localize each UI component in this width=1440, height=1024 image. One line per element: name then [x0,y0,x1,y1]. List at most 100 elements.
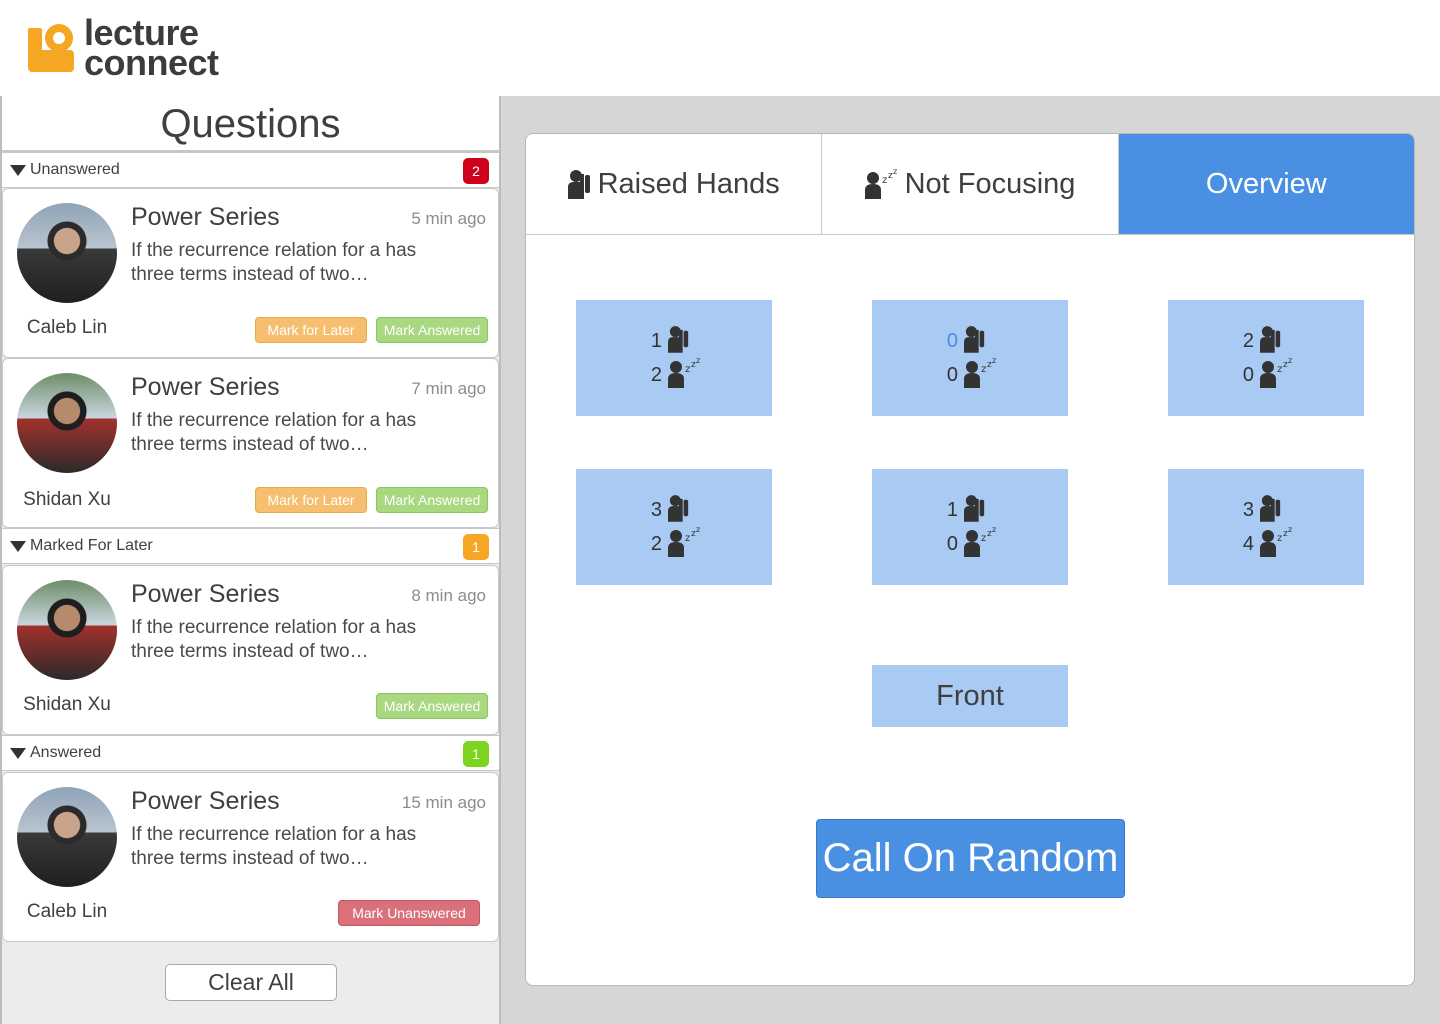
questions-panel: Questions Unanswered 2 Power Series 5 mi… [0,96,501,1024]
svg-text:z: z [696,527,700,534]
sleeping-icon: zzz [964,525,998,562]
sleeping-icon: zzz [1260,356,1294,393]
count-badge: 1 [463,741,489,767]
raised-hands-count: 0 [946,329,958,352]
sleeping-row: 2 zzz [576,356,772,393]
author-name: Caleb Lin [26,901,108,922]
raised-hand-icon [668,494,702,527]
seat-group-tile[interactable]: 1 2 zzz [576,300,772,416]
tab-not-focusing[interactable]: z z z Not Focusing [822,134,1119,234]
raised-hand-icon [964,494,998,527]
question-card[interactable]: Power Series 8 min ago If the recurrence… [2,565,499,735]
collapse-triangle-icon[interactable] [10,165,26,176]
sleeping-icon: zzz [668,525,702,562]
clear-all-button[interactable]: Clear All [165,964,337,1001]
seat-group-tile[interactable]: 0 0 zzz [872,300,1068,416]
raised-hands-row: 3 [1168,494,1364,527]
front-of-room-label: Front [872,665,1068,727]
mark-answered-button[interactable]: Mark Answered [376,487,488,513]
avatar [17,787,117,887]
seat-group-tile[interactable]: 2 0 zzz [1168,300,1364,416]
raised-hand-icon [567,170,590,199]
raised-hands-count: 3 [650,498,662,521]
seat-group-tile[interactable]: 1 0 zzz [872,469,1068,585]
question-card[interactable]: Power Series 15 min ago If the recurrenc… [2,772,499,942]
section-label: Marked For Later [30,537,153,554]
raised-hand-icon [668,325,702,358]
not-focusing-count: 4 [1242,532,1254,555]
svg-text:z: z [685,533,690,544]
question-title: Power Series [131,580,280,608]
raised-hands-count: 3 [1242,498,1254,521]
section-label: Unanswered [30,161,120,178]
raised-hands-row: 1 [576,325,772,358]
seat-group-tile[interactable]: 3 4 zzz [1168,469,1364,585]
tab-overview[interactable]: Overview [1118,134,1414,234]
questions-title: Questions [2,96,499,152]
svg-text:z: z [1277,364,1282,375]
question-body: If the recurrence relation for a has thr… [131,410,417,455]
author-name: Shidan Xu [23,489,111,510]
collapse-triangle-icon[interactable] [10,748,26,759]
question-title: Power Series [131,203,280,231]
not-focusing-count: 2 [650,532,662,555]
mark-for-later-button[interactable]: Mark for Later [255,487,367,513]
tab-label: Raised Hands [597,167,780,200]
raised-hands-count: 1 [946,498,958,521]
question-title: Power Series [131,373,280,401]
question-card[interactable]: Power Series 7 min ago If the recurrence… [2,358,499,528]
logo-text-line2: connect [84,42,219,83]
svg-text:z: z [893,169,897,176]
raised-hand-icon [1260,494,1294,527]
mark-answered-button[interactable]: Mark Answered [376,693,488,719]
avatar [17,203,117,303]
section-header-marked-for-later[interactable]: Marked For Later 1 [2,528,499,564]
svg-text:z: z [1277,533,1282,544]
question-body: If the recurrence relation for a has thr… [131,617,417,662]
question-title: Power Series [131,787,280,815]
question-time: 7 min ago [411,379,486,398]
count-badge: 2 [463,158,489,184]
sleeping-icon: zzz [1260,525,1294,562]
section-header-unanswered[interactable]: Unanswered 2 [2,152,499,188]
question-body: If the recurrence relation for a has thr… [131,240,417,285]
sleeping-row: 0 zzz [872,525,1068,562]
view-tabs: Raised Hands z z z Not Focusing Overview [526,134,1414,235]
avatar [17,580,117,680]
svg-text:z: z [685,364,690,375]
question-body: If the recurrence relation for a has thr… [131,824,417,869]
raised-hands-count: 2 [1242,329,1254,352]
question-time: 15 min ago [401,793,486,812]
not-focusing-count: 0 [946,532,958,555]
svg-text:z: z [1288,527,1292,534]
mark-answered-button[interactable]: Mark Answered [376,317,488,343]
section-header-answered[interactable]: Answered 1 [2,735,499,771]
call-on-random-button[interactable]: Call On Random [816,819,1125,898]
sleeping-icon: zzz [668,356,702,393]
lecture-connect-logo: lecture connect [26,15,219,83]
svg-text:z: z [1288,358,1292,365]
sleeping-row: 2 zzz [576,525,772,562]
mark-for-later-button[interactable]: Mark for Later [255,317,367,343]
tab-label: Overview [1205,167,1327,200]
raised-hands-row: 3 [576,494,772,527]
section-label: Answered [30,744,102,761]
question-card[interactable]: Power Series 5 min ago If the recurrence… [2,188,499,358]
question-time: 8 min ago [411,586,486,605]
classroom-panel: Raised Hands z z z Not Focusing Overview… [501,96,1440,1024]
svg-text:z: z [981,533,986,544]
svg-text:z: z [981,364,986,375]
logo-mark-icon [26,20,78,76]
not-focusing-count: 0 [1242,363,1254,386]
raised-hands-row: 2 [1168,325,1364,358]
raised-hand-icon [1260,325,1294,358]
sleeping-row: 4 zzz [1168,525,1364,562]
collapse-triangle-icon[interactable] [10,541,26,552]
raised-hands-row: 0 [872,325,1068,356]
raised-hands-count: 1 [650,329,662,352]
tab-raised-hands[interactable]: Raised Hands [526,134,823,234]
sleeping-icon: zzz [964,356,998,393]
seat-group-tile[interactable]: 3 2 zzz [576,469,772,585]
svg-text:z: z [992,527,996,534]
mark-unanswered-button[interactable]: Mark Unanswered [338,900,480,926]
